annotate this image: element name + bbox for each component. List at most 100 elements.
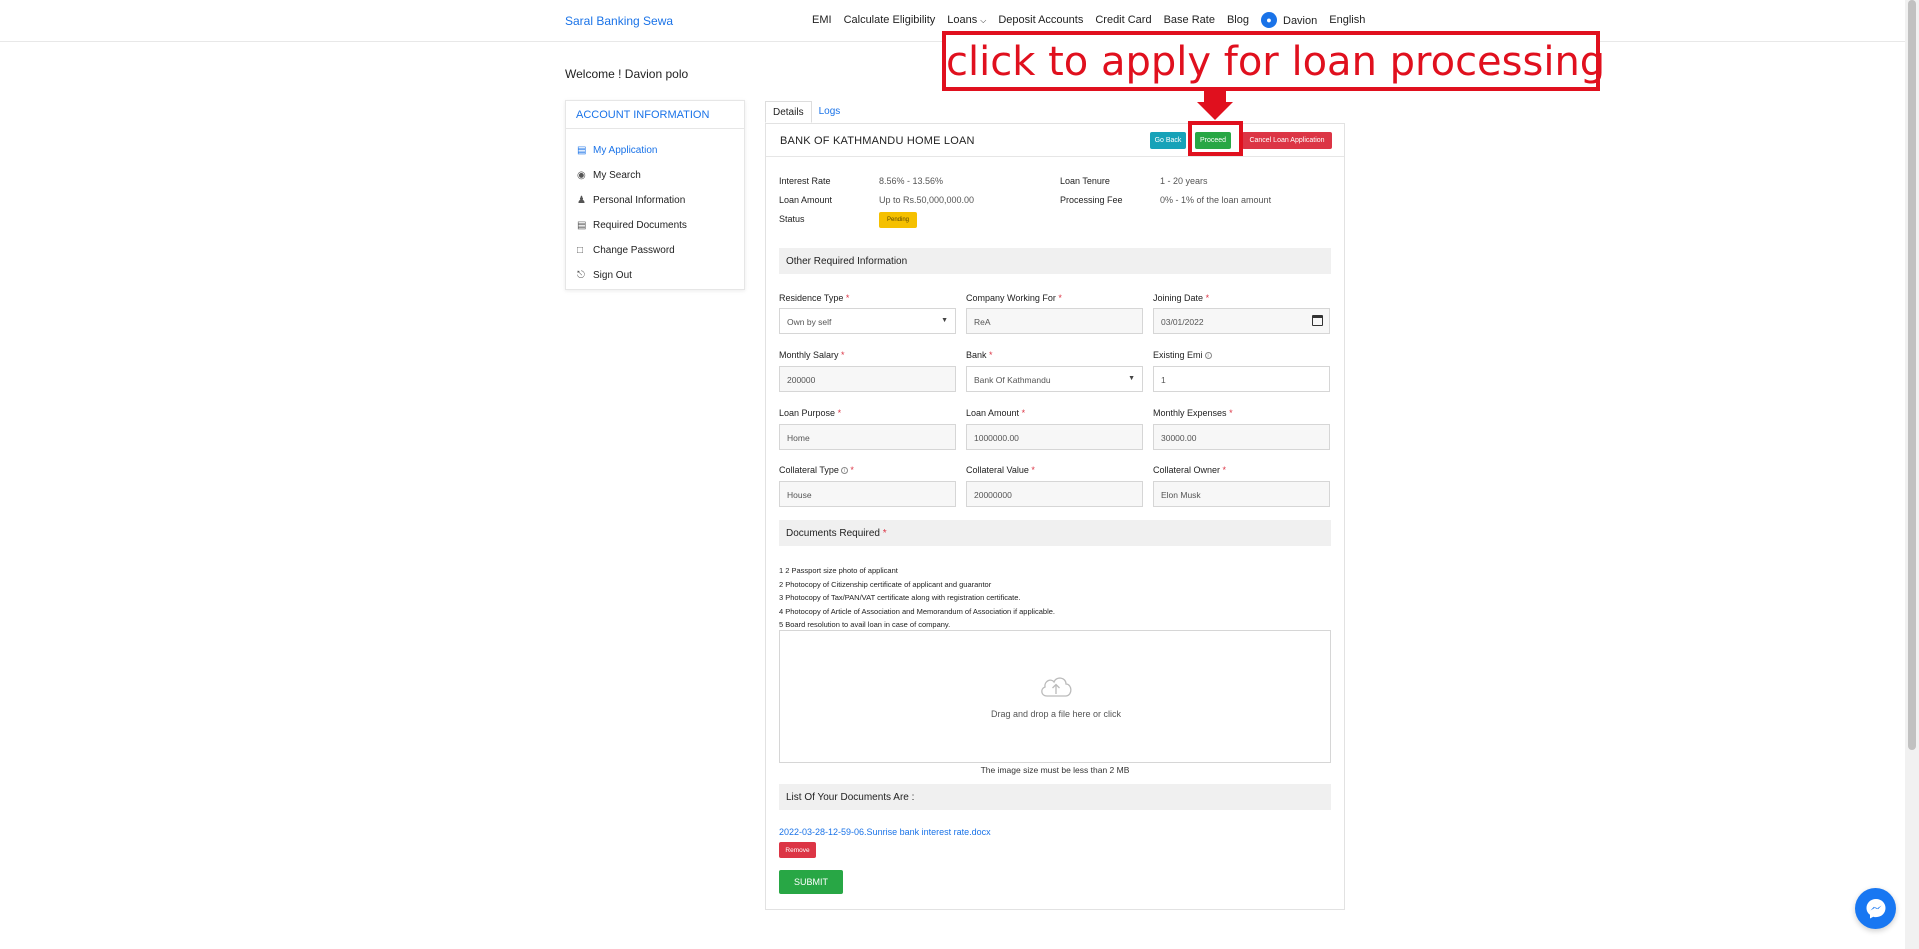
bank-value: Bank Of Kathmandu <box>974 375 1051 385</box>
form-loan-amount-field[interactable]: 1000000.00 <box>966 424 1143 450</box>
loan-detail-panel: BANK OF KATHMANDU HOME LOAN Go Back Proc… <box>765 123 1345 910</box>
interest-rate-label: Interest Rate <box>779 176 831 186</box>
scrollbar-thumb[interactable] <box>1908 0 1916 750</box>
chevron-down-icon: ▼ <box>1128 375 1135 382</box>
collateral-type-label: Collateral Type i * <box>779 465 854 475</box>
image-size-note: The image size must be less than 2 MB <box>980 765 1130 775</box>
sidebar-item-my-application[interactable]: ▤ My Application <box>566 138 744 163</box>
collateral-value-label-text: Collateral Value <box>966 465 1029 475</box>
nav-calculate-eligibility[interactable]: Calculate Eligibility <box>844 14 936 28</box>
joining-date-field[interactable]: 03/01/2022 <box>1153 308 1330 334</box>
collateral-type-label-text: Collateral Type <box>779 465 839 475</box>
processing-fee-value: 0% - 1% of the loan amount <box>1160 195 1272 205</box>
company-label: Company Working For * <box>966 293 1062 303</box>
collateral-value-field[interactable]: 20000000 <box>966 481 1143 507</box>
nav-emi[interactable]: EMI <box>812 14 832 28</box>
nav-language[interactable]: English <box>1329 14 1365 28</box>
messenger-icon <box>1866 898 1885 918</box>
bank-label: Bank * <box>966 350 993 360</box>
messenger-chat-button[interactable] <box>1855 888 1896 929</box>
your-documents-title: List Of Your Documents Are : <box>779 784 1331 810</box>
documents-section-title-text: Documents Required <box>786 528 880 539</box>
brand-logo[interactable]: Saral Banking Sewa <box>565 14 673 28</box>
page-scrollbar[interactable] <box>1905 0 1919 949</box>
file-dropzone[interactable]: Drag and drop a file here or click <box>779 630 1331 763</box>
interest-rate-value: 8.56% - 13.56% <box>879 176 944 186</box>
monthly-expenses-label: Monthly Expenses * <box>1153 408 1233 418</box>
tab-details[interactable]: Details <box>765 101 812 123</box>
bank-label-text: Bank <box>966 350 987 360</box>
detail-tabs: Details Logs <box>765 101 847 123</box>
sidebar-item-label: Change Password <box>593 245 675 256</box>
go-back-button[interactable]: Go Back <box>1150 132 1186 149</box>
user-icon: ♟ <box>577 194 586 206</box>
collateral-owner-label: Collateral Owner * <box>1153 465 1227 475</box>
sidebar-item-my-search[interactable]: ◉ My Search <box>566 163 744 188</box>
collateral-owner-field[interactable]: Elon Musk <box>1153 481 1330 507</box>
existing-emi-field[interactable]: 1 <box>1153 366 1330 392</box>
monthly-expenses-field[interactable]: 30000.00 <box>1153 424 1330 450</box>
chevron-down-icon: ⌵ <box>980 16 987 25</box>
document-icon: ▤ <box>577 219 587 231</box>
list-item: 2 Photocopy of Citizenship certificate o… <box>779 579 992 589</box>
uploaded-document-link[interactable]: 2022-03-28-12-59-06.Sunrise bank interes… <box>779 827 991 837</box>
monthly-salary-field[interactable]: 200000 <box>779 366 956 392</box>
info-icon[interactable]: i <box>1204 352 1212 360</box>
sidebar-item-required-documents[interactable]: ▤ Required Documents <box>566 213 744 238</box>
nav-user-menu[interactable]: ● Davion <box>1261 12 1318 28</box>
form-loan-amount-label-text: Loan Amount <box>966 408 1020 418</box>
calendar-icon: ▤ <box>577 144 587 156</box>
joining-date-value: 03/01/2022 <box>1161 317 1204 327</box>
loan-purpose-field[interactable]: Home <box>779 424 956 450</box>
nav-base-rate[interactable]: Base Rate <box>1164 14 1215 28</box>
loan-tenure-value: 1 - 20 years <box>1160 176 1208 186</box>
nav-blog[interactable]: Blog <box>1227 14 1249 28</box>
nav-deposit-accounts[interactable]: Deposit Accounts <box>998 14 1083 28</box>
processing-fee-label: Processing Fee <box>1060 195 1123 205</box>
list-item: 3 Photocopy of Tax/PAN/VAT certificate a… <box>779 593 1021 602</box>
joining-date-label-text: Joining Date <box>1153 293 1204 303</box>
other-info-section-title: Other Required Information <box>779 248 1331 274</box>
remove-document-button[interactable]: Remove <box>779 842 816 858</box>
sidebar-item-label: Required Documents <box>593 220 687 231</box>
nav-loans-label: Loans <box>947 14 978 26</box>
sidebar-item-label: Sign Out <box>593 270 632 281</box>
sidebar-item-label: My Application <box>593 145 658 156</box>
nav-user-name: Davion <box>1283 15 1318 27</box>
sidebar-item-change-password[interactable]: □ Change Password <box>566 238 744 263</box>
cancel-loan-application-button[interactable]: Cancel Loan Application <box>1242 132 1332 149</box>
monthly-salary-label: Monthly Salary * <box>779 350 845 360</box>
collateral-type-field[interactable]: House <box>779 481 956 507</box>
residence-type-select[interactable]: Own by self ▼ <box>779 308 956 334</box>
bank-select[interactable]: Bank Of Kathmandu ▼ <box>966 366 1143 392</box>
submit-button[interactable]: SUBMIT <box>779 870 843 894</box>
list-item: 4 Photocopy of Article of Association an… <box>779 606 1055 616</box>
joining-date-label: Joining Date * <box>1153 293 1210 303</box>
sidebar-item-sign-out[interactable]: ⎋ Sign Out <box>566 263 744 288</box>
monthly-expenses-label-text: Monthly Expenses <box>1153 408 1227 418</box>
info-icon[interactable]: i <box>840 467 848 475</box>
sidebar-item-label: Personal Information <box>593 195 686 206</box>
sidebar-item-personal-information[interactable]: ♟ Personal Information <box>566 188 744 213</box>
tab-logs[interactable]: Logs <box>812 101 848 123</box>
cloud-upload-icon <box>1041 677 1072 697</box>
loan-tenure-label: Loan Tenure <box>1060 176 1110 186</box>
loan-purpose-label-text: Loan Purpose <box>779 408 836 418</box>
loan-title: BANK OF KATHMANDU HOME LOAN <box>780 135 975 147</box>
collateral-owner-label-text: Collateral Owner <box>1153 465 1221 475</box>
calendar-icon[interactable] <box>1312 315 1323 326</box>
nav-loans[interactable]: Loans ⌵ <box>947 14 986 28</box>
dropzone-text: Drag and drop a file here or click <box>990 709 1122 719</box>
user-avatar-icon: ● <box>1261 12 1277 28</box>
company-field[interactable]: ReA <box>966 308 1143 334</box>
annotation-highlight-box <box>1188 121 1243 156</box>
existing-emi-label: Existing Emi i <box>1153 350 1212 360</box>
residence-type-value: Own by self <box>787 317 832 327</box>
nav-credit-card[interactable]: Credit Card <box>1095 14 1151 28</box>
documents-section-title: Documents Required * <box>779 520 1331 546</box>
residence-type-label-text: Residence Type <box>779 293 844 303</box>
lock-icon: □ <box>577 244 584 256</box>
residence-type-label: Residence Type * <box>779 293 850 303</box>
globe-icon: ◉ <box>577 169 586 181</box>
sidebar-heading: ACCOUNT INFORMATION <box>566 101 744 129</box>
